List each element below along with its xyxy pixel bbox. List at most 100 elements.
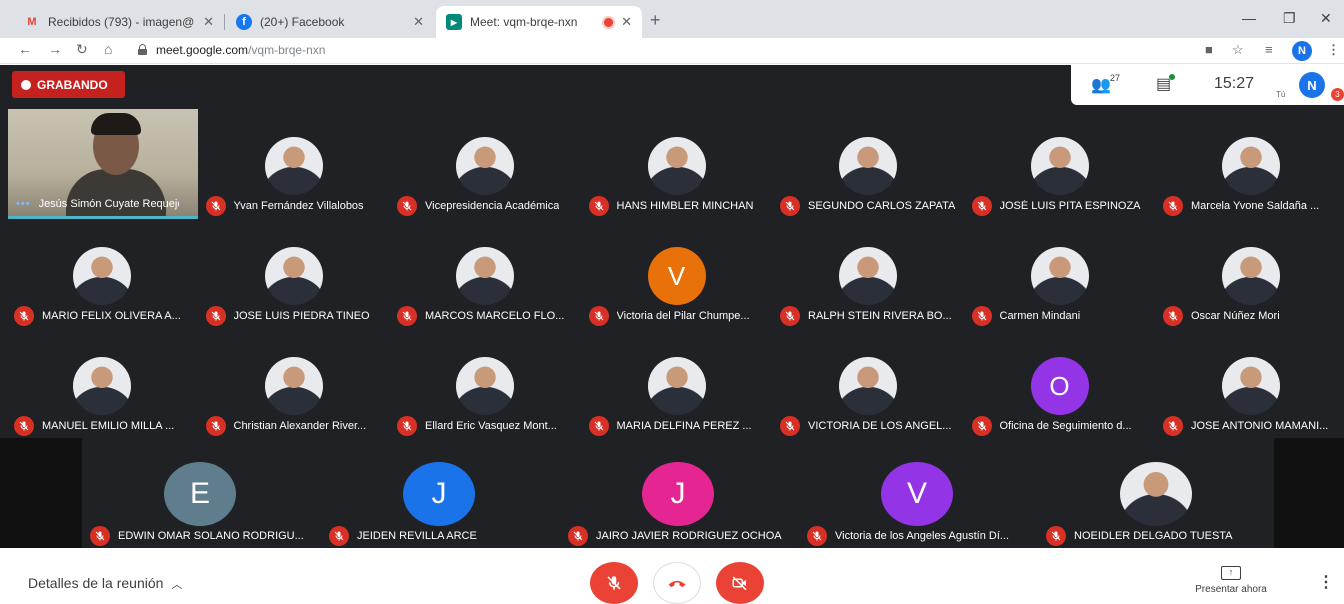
participant-avatar (839, 247, 897, 305)
participant-avatar (1030, 137, 1089, 195)
participant-tile[interactable]: SEGUNDO CARLOS ZAPATA (772, 109, 964, 219)
mic-off-icon (14, 416, 34, 436)
participant-avatar (839, 137, 897, 195)
participant-label: JOSÉ LUIS PITA ESPINOZA (971, 195, 1152, 217)
tab-meet[interactable]: ▶ Meet: vqm-brqe-nxn ✕ (436, 6, 642, 38)
participant-name: JOSE LUIS PIEDRA TINEO (233, 310, 370, 322)
participant-avatar (456, 357, 514, 415)
close-window-icon[interactable]: ✕ (1320, 10, 1332, 27)
participant-tile[interactable]: J JAIRO JAVIER RODRIGUEZ OCHOA (560, 439, 799, 549)
participant-label: Ellard Eric Vasquez Mont... (397, 415, 577, 437)
participant-tile[interactable]: JOSE LUIS PIEDRA TINEO (198, 219, 390, 329)
participant-tile[interactable]: Yvan Fernández Villalobos (198, 109, 390, 219)
recording-button[interactable]: GRABANDO (12, 71, 125, 98)
tab-title: Recibidos (793) - imagen@unj.ed (48, 15, 195, 29)
mic-off-icon (568, 526, 588, 546)
meet-control-bar: Detalles de la reunión ︿ ↑ Presentar ahor… (0, 548, 1344, 604)
minimize-icon[interactable]: — (1242, 10, 1256, 26)
profile-avatar[interactable]: N (1292, 41, 1312, 61)
chevron-up-icon: ︿ (171, 579, 183, 591)
participant-label: SEGUNDO CARLOS ZAPATA (780, 195, 960, 217)
participant-tile[interactable]: Carmen Mindani (964, 219, 1156, 329)
participant-tile[interactable]: O Oficina de Seguimiento d... (964, 329, 1156, 439)
back-icon[interactable]: ← (18, 41, 32, 57)
mic-off-icon (329, 526, 349, 546)
participant-tile[interactable]: Vicepresidencia Académica (389, 109, 581, 219)
lock-icon[interactable] (138, 44, 147, 55)
participant-label: JEIDEN REVILLA ARCE (329, 525, 556, 547)
hang-up-icon (668, 580, 686, 588)
close-tab-icon[interactable]: ✕ (413, 14, 424, 30)
facebook-icon: f (236, 14, 252, 30)
participant-name: Yvan Fernández Villalobos (233, 200, 364, 212)
participant-label: Carmen Mindani (971, 305, 1152, 327)
tab-title: (20+) Facebook (260, 15, 345, 29)
participant-label: HANS HIMBLER MINCHAN (588, 195, 769, 217)
participant-tile[interactable]: Marcela Yvone Saldaña ... (1155, 109, 1344, 219)
participant-name: Christian Alexander River... (233, 420, 367, 432)
participant-avatar (1222, 247, 1280, 305)
participant-tile[interactable]: MARCOS MARCELO FLO... (389, 219, 581, 329)
participant-avatar: V (647, 247, 706, 305)
participant-tile[interactable]: V Victoria de los Angeles Agustín Dí... (799, 439, 1038, 549)
close-tab-icon[interactable]: ✕ (203, 14, 214, 30)
participant-avatar (647, 137, 706, 195)
participant-tile[interactable]: HANS HIMBLER MINCHAN (581, 109, 773, 219)
camera-permission-icon[interactable]: ■ (1205, 42, 1213, 57)
participant-label: RALPH STEIN RIVERA BO... (780, 305, 960, 327)
participant-tile[interactable]: JOSÉ LUIS PITA ESPINOZA (964, 109, 1156, 219)
meeting-details-button[interactable]: Detalles de la reunión ︿ (28, 575, 182, 592)
close-tab-icon[interactable]: ✕ (621, 14, 632, 30)
participant-tile[interactable]: Ellard Eric Vasquez Mont... (389, 329, 581, 439)
participant-avatar (1222, 357, 1280, 415)
tab-facebook[interactable]: f (20+) Facebook ✕ (226, 6, 434, 38)
speaker-video-tile[interactable]: ••• Jesús Simón Cuyate Requejo (8, 109, 198, 219)
participant-tile[interactable]: JOSE ANTONIO MAMANI... (1155, 329, 1344, 439)
participant-tile[interactable]: Christian Alexander River... (198, 329, 390, 439)
address-bar: ← → ↻ ⌂ meet.google.com/vqm-brqe-nxn ■ ☆… (0, 38, 1344, 64)
participant-label: MARIA DELFINA PEREZ ... (588, 415, 769, 437)
participant-tile[interactable]: MANUEL EMILIO MILLA ... (6, 329, 198, 439)
present-now-button[interactable]: ↑ Presentar ahora (1188, 566, 1274, 595)
reload-icon[interactable]: ↻ (76, 41, 88, 58)
hang-up-button[interactable] (653, 562, 701, 604)
mic-off-icon (1163, 196, 1183, 216)
meet-grid: GRABANDO 👥 27 ▤ 15:27 Tú N 3 ••• Jesús S… (0, 65, 1344, 548)
maximize-icon[interactable]: ❐ (1283, 10, 1296, 27)
forward-icon[interactable]: → (48, 41, 62, 57)
url-field[interactable]: meet.google.com/vqm-brqe-nxn (156, 43, 325, 57)
participant-name: VICTORIA DE LOS ANGEL... (808, 420, 952, 432)
participant-avatar (264, 357, 323, 415)
participant-tile[interactable]: NOEIDLER DELGADO TUESTA (1038, 439, 1277, 549)
participant-avatar (839, 357, 897, 415)
self-badge: 3 (1331, 88, 1344, 101)
mic-off-icon (205, 306, 226, 326)
participant-tile[interactable]: E EDWIN OMAR SOLANO RODRIGU... (82, 439, 321, 549)
self-avatar[interactable]: N (1299, 72, 1325, 98)
people-icon[interactable]: 👥 (1091, 75, 1111, 95)
bookmark-star-icon[interactable]: ☆ (1232, 42, 1244, 58)
more-options-icon[interactable]: ⋮ (1318, 572, 1334, 592)
participant-tile[interactable]: V Victoria del Pilar Chumpe... (581, 219, 773, 329)
recording-label: GRABANDO (37, 77, 108, 92)
tab-gmail[interactable]: M Recibidos (793) - imagen@unj.ed ✕ (14, 6, 224, 38)
participant-name: RALPH STEIN RIVERA BO... (808, 310, 952, 322)
mic-off-icon (397, 416, 417, 436)
participant-tile[interactable]: MARIO FELIX OLIVERA A... (6, 219, 198, 329)
mic-toggle-button[interactable] (590, 562, 638, 604)
participant-tile[interactable]: Oscar Núñez Mori (1155, 219, 1344, 329)
participant-name: Oscar Núñez Mori (1191, 310, 1280, 322)
menu-dots-icon[interactable]: ⋮ (1327, 42, 1340, 58)
new-tab-icon[interactable]: + (650, 10, 661, 31)
reading-list-icon[interactable]: ≡ (1265, 42, 1273, 57)
participant-tile[interactable]: J JEIDEN REVILLA ARCE (321, 439, 560, 549)
participant-name: Marcela Yvone Saldaña ... (1191, 200, 1320, 212)
participant-label: MARCOS MARCELO FLO... (397, 305, 577, 327)
participant-tile[interactable]: VICTORIA DE LOS ANGEL... (772, 329, 964, 439)
participant-label: Oficina de Seguimiento d... (971, 415, 1152, 437)
participant-tile[interactable]: RALPH STEIN RIVERA BO... (772, 219, 964, 329)
participant-tile[interactable]: MARIA DELFINA PEREZ ... (581, 329, 773, 439)
home-icon[interactable]: ⌂ (104, 41, 112, 57)
participant-label: MARIO FELIX OLIVERA A... (14, 305, 194, 327)
camera-toggle-button[interactable] (716, 562, 764, 604)
